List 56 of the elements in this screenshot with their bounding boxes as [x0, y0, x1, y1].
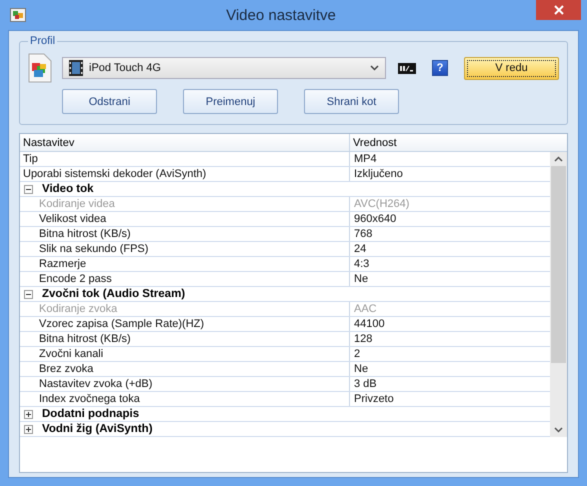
property-name: Slik na sekundo (FPS) — [20, 242, 350, 256]
property-value[interactable]: Privzeto — [350, 392, 550, 406]
property-value[interactable]: 2 — [350, 347, 550, 361]
property-name: Razmerje — [20, 257, 350, 271]
property-name: Brez zvoka — [20, 362, 350, 376]
expand-icon[interactable] — [24, 424, 33, 434]
terminal-icon[interactable] — [398, 62, 416, 74]
property-value[interactable]: 44100 — [350, 317, 550, 331]
collapse-icon[interactable] — [24, 184, 33, 194]
column-header[interactable]: Nastavitev — [20, 134, 350, 151]
property-value[interactable]: 960x640 — [350, 212, 550, 226]
property-value[interactable]: Ne — [350, 362, 550, 376]
profile-action-button[interactable]: Odstrani — [62, 89, 157, 114]
property-value[interactable]: MP4 — [350, 152, 550, 166]
category-label: Vodni žig (AviSynth) — [42, 423, 153, 435]
scroll-up-icon[interactable] — [554, 156, 563, 162]
help-button[interactable]: ? — [432, 60, 448, 76]
app-icon — [10, 8, 26, 22]
group-label: Profil — [29, 35, 56, 47]
property-name: Bitna hitrost (KB/s) — [20, 332, 350, 346]
close-icon — [554, 5, 564, 15]
profile-dropdown[interactable]: iPod Touch 4G — [62, 57, 386, 79]
category-label: Dodatni podnapis — [42, 408, 140, 420]
profile-action-button[interactable]: Preimenuj — [183, 89, 278, 114]
property-value[interactable]: 128 — [350, 332, 550, 346]
property-name: Tip — [20, 152, 350, 166]
window-title: Video nastavitve — [225, 6, 337, 24]
property-name: Uporabi sistemski dekoder (AviSynth) — [20, 167, 350, 181]
property-value[interactable]: 768 — [350, 227, 550, 241]
property-name: Kodiranje zvoka — [20, 302, 350, 316]
property-value[interactable]: Izključeno — [350, 167, 550, 181]
category-label: Zvočni tok (Audio Stream) — [42, 288, 186, 300]
ok-button[interactable]: V redu — [464, 56, 559, 80]
property-name: Vzorec zapisa (Sample Rate)(HZ) — [20, 317, 350, 331]
collapse-icon[interactable] — [24, 290, 33, 298]
property-value[interactable]: 4:3 — [350, 257, 550, 271]
property-value[interactable]: 3 dB — [350, 377, 550, 391]
close-button[interactable] — [536, 0, 581, 20]
document-icon — [28, 53, 52, 83]
property-name: Encode 2 pass — [20, 272, 350, 286]
category-label: Video tok — [42, 183, 94, 195]
property-name: Index zvočnega toka — [20, 392, 350, 406]
expand-icon[interactable] — [24, 410, 33, 418]
scrollbar[interactable] — [550, 152, 567, 437]
film-icon — [69, 60, 83, 76]
property-name: Kodiranje videa — [20, 197, 350, 211]
property-name: Bitna hitrost (KB/s) — [20, 227, 350, 241]
column-header[interactable]: Vrednost — [350, 134, 567, 151]
profile-action-button[interactable]: Shrani kot — [304, 89, 399, 114]
chevron-down-icon — [370, 65, 379, 71]
property-name: Nastavitev zvoka (+dB) — [20, 377, 350, 391]
scroll-down-icon[interactable] — [554, 427, 563, 433]
property-name: Velikost videa — [20, 212, 350, 226]
property-value[interactable]: 24 — [350, 242, 550, 256]
property-value[interactable]: Ne — [350, 272, 550, 286]
property-name: Zvočni kanali — [20, 347, 350, 361]
